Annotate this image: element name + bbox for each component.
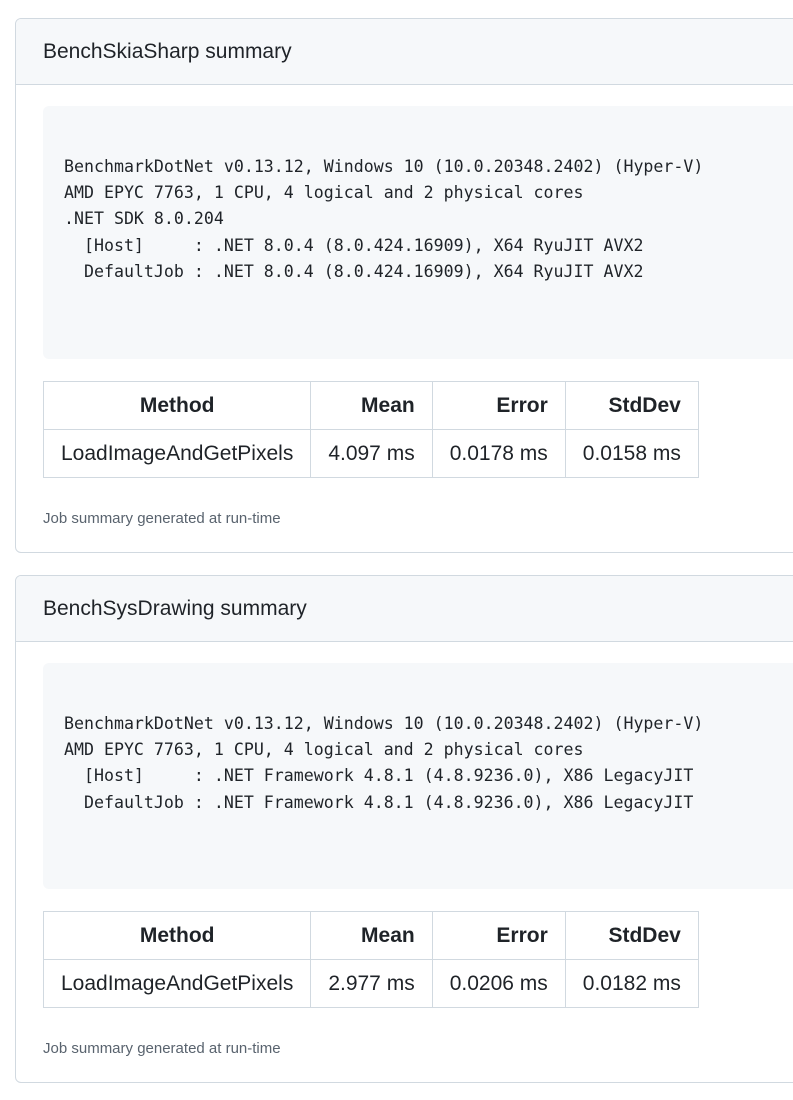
header-mean: Mean xyxy=(310,911,433,960)
cell-mean: 2.977 ms xyxy=(310,959,433,1008)
summary-title: BenchSysDrawing summary xyxy=(16,576,793,642)
table-row: LoadImageAndGetPixels 4.097 ms 0.0178 ms… xyxy=(42,429,699,478)
code-line: AMD EPYC 7763, 1 CPU, 4 logical and 2 ph… xyxy=(64,183,584,203)
header-error: Error xyxy=(431,911,566,960)
table-header-row: Method Mean Error StdDev xyxy=(42,911,699,960)
code-line: AMD EPYC 7763, 1 CPU, 4 logical and 2 ph… xyxy=(64,740,584,760)
summary-card-sysdrawing: BenchSysDrawing summary BenchmarkDotNet … xyxy=(15,575,793,1083)
code-line: DefaultJob : .NET Framework 4.8.1 (4.8.9… xyxy=(64,792,694,812)
summary-footnote: Job summary generated at run-time xyxy=(43,510,281,527)
cell-method: LoadImageAndGetPixels xyxy=(42,429,312,478)
cell-error: 0.0206 ms xyxy=(431,959,566,1008)
cell-method: LoadImageAndGetPixels xyxy=(42,959,312,1008)
benchmark-results-table: Method Mean Error StdDev LoadImageAndGet… xyxy=(42,381,699,478)
cell-mean: 4.097 ms xyxy=(310,429,433,478)
benchmark-results-table: Method Mean Error StdDev LoadImageAndGet… xyxy=(42,911,699,1008)
header-stddev: StdDev xyxy=(564,911,699,960)
summary-footnote: Job summary generated at run-time xyxy=(43,1040,281,1057)
code-line: DefaultJob : .NET 8.0.4 (8.0.424.16909),… xyxy=(64,261,644,281)
summary-title: BenchSkiaSharp summary xyxy=(16,19,793,85)
environment-code-block: BenchmarkDotNet v0.13.12, Windows 10 (10… xyxy=(43,106,793,359)
code-line: BenchmarkDotNet v0.13.12, Windows 10 (10… xyxy=(64,157,704,176)
header-mean: Mean xyxy=(310,381,433,430)
environment-code-block: BenchmarkDotNet v0.13.12, Windows 10 (10… xyxy=(43,663,793,889)
header-stddev: StdDev xyxy=(564,381,699,430)
summary-card-skiasharp: BenchSkiaSharp summary BenchmarkDotNet v… xyxy=(15,18,793,553)
code-line: [Host] : .NET Framework 4.8.1 (4.8.9236.… xyxy=(64,766,694,786)
header-method: Method xyxy=(42,381,312,430)
cell-error: 0.0178 ms xyxy=(431,429,566,478)
cell-stddev: 0.0182 ms xyxy=(564,959,699,1008)
code-line: .NET SDK 8.0.204 xyxy=(64,209,224,229)
cell-stddev: 0.0158 ms xyxy=(564,429,699,478)
header-error: Error xyxy=(431,381,566,430)
code-line: BenchmarkDotNet v0.13.12, Windows 10 (10… xyxy=(64,714,704,733)
code-line: [Host] : .NET 8.0.4 (8.0.424.16909), X64… xyxy=(64,235,644,255)
header-method: Method xyxy=(42,911,312,960)
table-header-row: Method Mean Error StdDev xyxy=(42,381,699,430)
table-row: LoadImageAndGetPixels 2.977 ms 0.0206 ms… xyxy=(42,959,699,1008)
